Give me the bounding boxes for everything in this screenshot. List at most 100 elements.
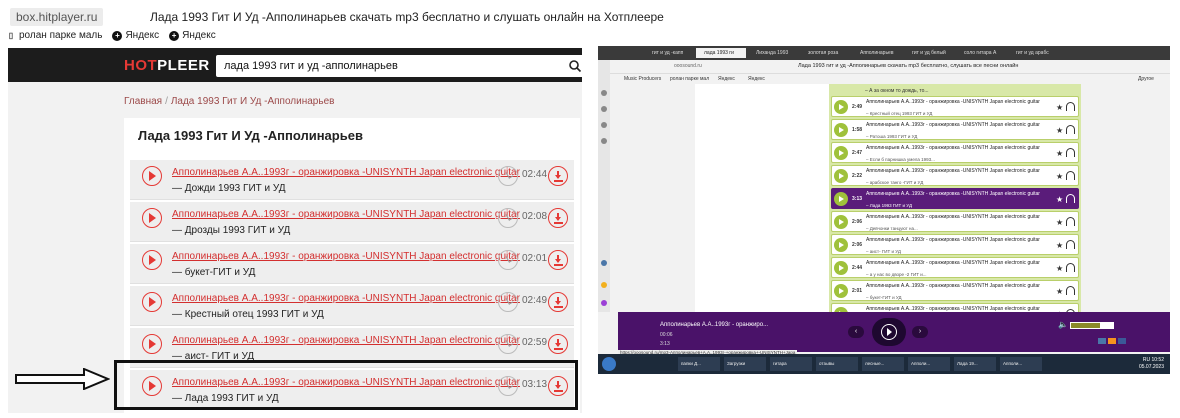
play-icon[interactable] (834, 284, 848, 298)
play-icon[interactable] (834, 146, 848, 160)
song-row[interactable]: 2:47 Апполинарьев А.А..1993г - оранжировк… (831, 142, 1079, 163)
download-icon[interactable] (548, 250, 568, 270)
taskbar-button[interactable]: гитара (770, 357, 812, 371)
song-artist[interactable]: Апполинарьев А.А..1993г - оранжировка -U… (866, 168, 1046, 174)
browser-tab[interactable]: гит и уд арабс (1008, 48, 1058, 58)
address-field[interactable]: ooosound.ru (674, 63, 702, 69)
bookmark-item[interactable]: ▯ ролан парке маль (6, 30, 103, 41)
track-artist-link[interactable]: Апполинарьев А.А..1993г - оранжировка -U… (172, 167, 520, 178)
download-icon[interactable] (548, 208, 568, 228)
star-icon[interactable]: ★ (1056, 172, 1063, 181)
browser-tab[interactable]: лада 1993 ги (696, 48, 746, 58)
song-row[interactable]: 2:06 Апполинарьев А.А..1993г - оранжировк… (831, 211, 1079, 232)
bookmark-item[interactable]: ролан парке мал (670, 76, 709, 82)
taskbar-button[interactable]: папки Д... (678, 357, 720, 371)
volume-slider[interactable] (1070, 322, 1114, 329)
star-icon[interactable]: ★ (1056, 241, 1063, 250)
play-icon[interactable] (834, 215, 848, 229)
bookmark-item[interactable]: + Яндекс (169, 30, 216, 41)
bookmark-item[interactable]: + Яндекс (112, 30, 159, 41)
other-bookmarks[interactable]: Другое (1138, 76, 1154, 82)
address-bar[interactable]: box.hitplayer.ru (10, 8, 104, 26)
star-icon[interactable]: ★ (1056, 149, 1063, 158)
headphones-icon[interactable] (1066, 194, 1075, 203)
play-icon[interactable] (834, 100, 848, 114)
start-button[interactable] (602, 357, 616, 371)
play-icon[interactable] (834, 261, 848, 275)
play-button[interactable] (872, 318, 906, 346)
headphones-icon[interactable] (1066, 263, 1075, 272)
search-input[interactable] (216, 55, 556, 77)
song-row[interactable]: 3:13 Апполинарьев А.А..1993г - оранжировк… (831, 188, 1079, 209)
headphones-icon[interactable] (1066, 125, 1075, 134)
song-row[interactable]: 2:06 Апполинарьев А.А..1993г - оранжировк… (831, 234, 1079, 255)
star-icon[interactable]: ★ (1056, 287, 1063, 296)
track-row[interactable]: Апполинарьев А.А..1993г - оранжировка -U… (130, 202, 574, 242)
play-icon[interactable] (142, 166, 162, 186)
play-icon[interactable] (834, 238, 848, 252)
play-icon[interactable] (142, 250, 162, 270)
headphones-icon[interactable] (1066, 102, 1075, 111)
song-row[interactable]: 2:01 Апполинарьев А.А..1993г - оранжировк… (831, 280, 1079, 301)
play-icon[interactable] (834, 192, 848, 206)
download-icon[interactable] (548, 292, 568, 312)
song-artist[interactable]: Апполинарьев А.А..1993г - оранжировка -U… (866, 191, 1046, 197)
speaker-icon[interactable]: 🔈 (1058, 320, 1068, 329)
taskbar-button[interactable]: Апполи... (1000, 357, 1042, 371)
moon-icon[interactable] (601, 282, 607, 288)
taskbar-button[interactable]: Загрузки (724, 357, 766, 371)
search-icon[interactable] (568, 59, 582, 73)
song-row[interactable]: 2:44 Апполинарьев А.А..1993г - оранжировк… (831, 257, 1079, 278)
breadcrumb-home[interactable]: Главная (124, 96, 162, 107)
panel-icon[interactable] (601, 90, 607, 96)
play-icon[interactable] (834, 123, 848, 137)
song-artist[interactable]: Апполинарьев А.А..1993г - оранжировка -U… (866, 145, 1046, 151)
bookmark-item[interactable]: Яндекс (718, 76, 735, 82)
play-icon[interactable] (142, 208, 162, 228)
star-icon[interactable]: ★ (1056, 103, 1063, 112)
track-artist-link[interactable]: Апполинарьев А.А..1993г - оранжировка -U… (172, 251, 520, 262)
track-artist-link[interactable]: Апполинарьев А.А..1993г - оранжировка -U… (172, 293, 520, 304)
browser-tab[interactable]: гит и уд -капп (644, 48, 694, 58)
panel-icon[interactable] (601, 106, 607, 112)
browser-tab[interactable]: Апполинарьев (852, 48, 902, 58)
site-logo[interactable]: HOTPLEER (124, 57, 210, 74)
download-icon[interactable] (548, 334, 568, 354)
headphones-icon[interactable] (1066, 217, 1075, 226)
song-row[interactable]: 2:22 Апполинарьев А.А..1993г - оранжировк… (831, 165, 1079, 186)
track-row[interactable]: Апполинарьев А.А..1993г - оранжировка -U… (130, 160, 574, 200)
song-artist[interactable]: Апполинарьев А.А..1993г - оранжировка -U… (866, 260, 1046, 266)
track-row[interactable]: Апполинарьев А.А..1993г - оранжировка -U… (130, 244, 574, 284)
panel-icon[interactable] (601, 122, 607, 128)
track-artist-link[interactable]: Апполинарьев А.А..1993г - оранжировка -U… (172, 335, 520, 346)
panel-icon[interactable] (601, 138, 607, 144)
browser-tab[interactable]: соло гитара А (956, 48, 1006, 58)
taskbar-button[interactable]: отзывы (816, 357, 858, 371)
song-artist[interactable]: Апполинарьев А.А..1993г - оранжировка -U… (866, 99, 1046, 105)
browser-tab[interactable]: Лиханда 1993 (748, 48, 798, 58)
headphones-icon[interactable] (1066, 286, 1075, 295)
taskbar-button[interactable]: лесные... (862, 357, 904, 371)
song-row[interactable]: 1:58 Апполинарьев А.А..1993г - оранжировк… (831, 119, 1079, 140)
bookmark-item[interactable]: Music Producers (624, 76, 661, 82)
play-icon[interactable] (834, 169, 848, 183)
ok-share-icon[interactable] (1108, 338, 1116, 344)
song-row[interactable]: 2:49 Апполинарьев А.А..1993г - оранжировк… (831, 96, 1079, 117)
track-artist-link[interactable]: Апполинарьев А.А..1993г - оранжировка -U… (172, 209, 520, 220)
vk-icon[interactable] (601, 260, 607, 266)
star-icon[interactable]: ★ (1056, 264, 1063, 273)
browser-tab[interactable]: гит и уд белый (904, 48, 954, 58)
taskbar-button[interactable]: Лада 19... (954, 357, 996, 371)
song-artist[interactable]: Апполинарьев А.А..1993г - оранжировка -U… (866, 214, 1046, 220)
song-artist[interactable]: Апполинарьев А.А..1993г - оранжировка -U… (866, 283, 1046, 289)
download-icon[interactable] (548, 166, 568, 186)
play-icon[interactable] (142, 292, 162, 312)
breadcrumb-current[interactable]: Лада 1993 Гит И Уд -Апполинарьев (171, 96, 335, 107)
headphones-icon[interactable] (1066, 171, 1075, 180)
song-artist[interactable]: Апполинарьев А.А..1993г - оранжировка -U… (866, 122, 1046, 128)
headphones-icon[interactable] (1066, 240, 1075, 249)
vk-share-icon[interactable] (1098, 338, 1106, 344)
track-row[interactable]: Апполинарьев А.А..1993г - оранжировка -U… (130, 286, 574, 326)
alice-icon[interactable] (601, 300, 607, 306)
bookmark-item[interactable]: Яндекс (748, 76, 765, 82)
